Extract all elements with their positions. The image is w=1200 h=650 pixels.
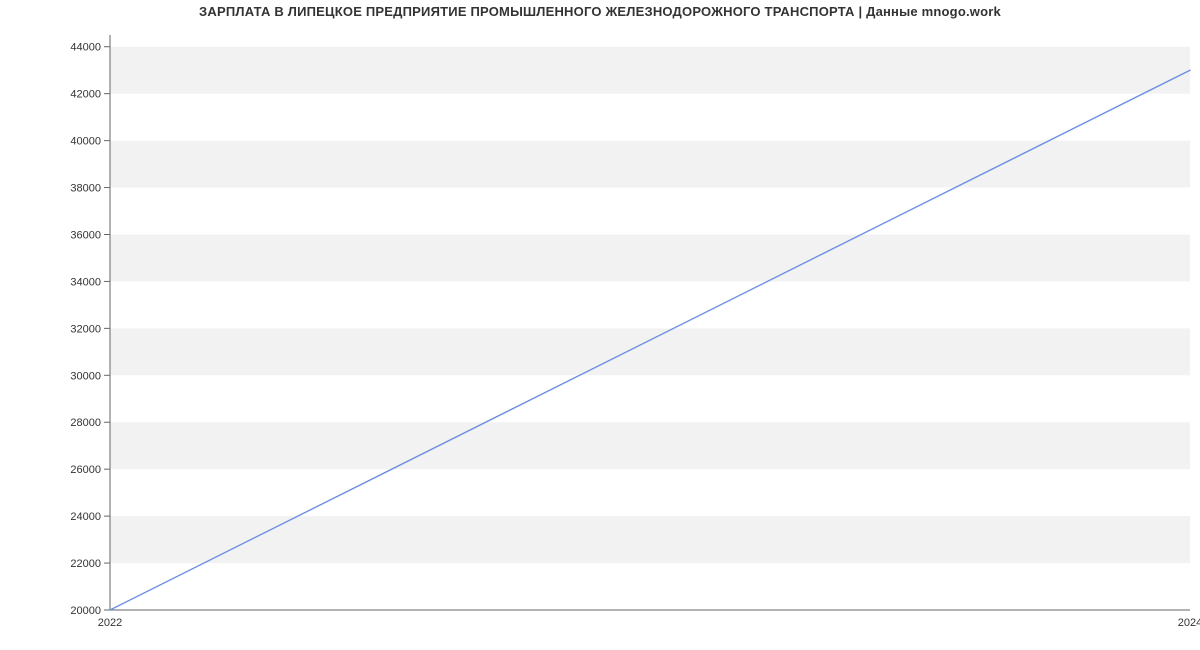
y-tick-label: 40000 (70, 136, 101, 148)
y-tick: 32000 (70, 323, 110, 335)
y-tick: 34000 (70, 276, 110, 288)
chart-container: ЗАРПЛАТА В ЛИПЕЦКОЕ ПРЕДПРИЯТИЕ ПРОМЫШЛЕ… (0, 0, 1200, 650)
y-tick: 36000 (70, 229, 110, 241)
chart-svg: 20000 22000 24000 26000 28000 30000 32000 34000… (0, 0, 1200, 650)
y-tick: 26000 (70, 464, 110, 476)
y-tick: 44000 (70, 42, 110, 54)
y-tick: 40000 (70, 136, 110, 148)
y-tick-label: 42000 (70, 89, 101, 101)
y-tick-label: 38000 (70, 183, 101, 195)
y-tick-label: 32000 (70, 323, 101, 335)
y-tick-label: 30000 (70, 370, 101, 382)
chart-title: ЗАРПЛАТА В ЛИПЕЦКОЕ ПРЕДПРИЯТИЕ ПРОМЫШЛЕ… (0, 4, 1200, 19)
y-tick-label: 20000 (70, 605, 101, 617)
x-tick-label: 2024 (1178, 617, 1200, 629)
y-tick-label: 22000 (70, 558, 101, 570)
grid-band (110, 328, 1190, 375)
y-tick-label: 36000 (70, 229, 101, 241)
y-tick-label: 34000 (70, 276, 101, 288)
y-tick: 42000 (70, 89, 110, 101)
y-tick: 22000 (70, 558, 110, 570)
grid-band (110, 47, 1190, 94)
y-tick-label: 24000 (70, 511, 101, 523)
y-tick: 24000 (70, 511, 110, 523)
grid-band (110, 234, 1190, 281)
x-tick: 2024 (1178, 617, 1200, 629)
y-tick-label: 26000 (70, 464, 101, 476)
y-tick: 38000 (70, 183, 110, 195)
x-tick-label: 2022 (98, 617, 122, 629)
y-tick: 30000 (70, 370, 110, 382)
grid-band (110, 141, 1190, 188)
y-tick-label: 44000 (70, 42, 101, 54)
y-tick: 28000 (70, 417, 110, 429)
x-tick: 2022 (98, 617, 122, 629)
grid-band (110, 516, 1190, 563)
y-tick-label: 28000 (70, 417, 101, 429)
y-tick: 20000 (70, 605, 110, 617)
grid-band (110, 422, 1190, 469)
